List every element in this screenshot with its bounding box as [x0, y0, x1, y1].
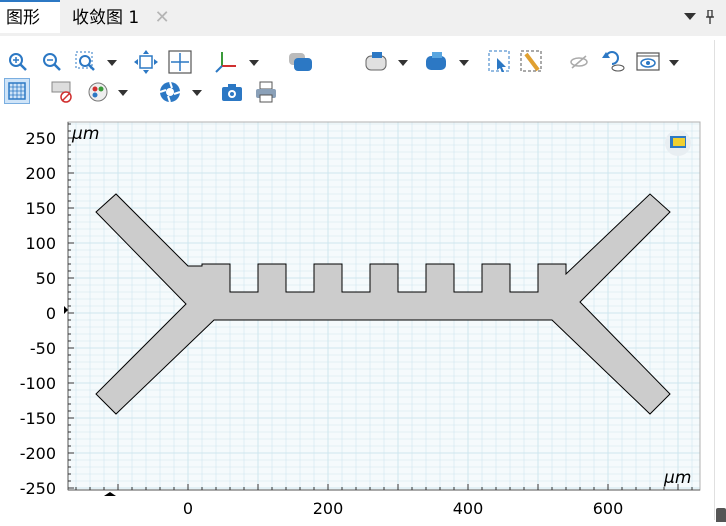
select-boundary-icon[interactable]	[364, 50, 388, 74]
y-tick-label: 150	[25, 199, 56, 218]
zoom-dropdown-icon[interactable]	[107, 60, 117, 66]
zoom-extents-icon[interactable]	[134, 50, 158, 74]
render-icon[interactable]	[158, 80, 182, 104]
pin-icon[interactable]	[706, 9, 714, 24]
y-tick-label: -200	[20, 444, 56, 463]
transparency-icon[interactable]	[86, 80, 110, 104]
select-dropdown-icon[interactable]	[398, 60, 408, 66]
graphics-window[interactable]: 250 200 150 100 50 0 -50 -100 -150 -200 -250 0 200 4…	[0, 108, 718, 522]
tab-convergence-plot[interactable]: 收敛图 1 ✕	[64, 0, 192, 35]
y-tick-label: 100	[25, 234, 56, 253]
axes-orientation-icon[interactable]	[214, 50, 238, 74]
view-settings-dropdown-icon[interactable]	[669, 60, 679, 66]
point-dropdown-icon[interactable]	[459, 60, 469, 66]
tab-list-menu-icon[interactable]	[684, 10, 696, 24]
tab-graphics-label: 图形	[6, 8, 40, 28]
tab-convergence-label: 收敛图 1	[72, 8, 140, 28]
x-tick-label: 400	[453, 499, 484, 518]
x-tick-label: 200	[313, 499, 344, 518]
zoom-box-icon[interactable]	[74, 50, 98, 74]
color-dropdown-icon[interactable]	[118, 90, 128, 96]
clear-selection-icon[interactable]	[520, 50, 544, 74]
zoom-in-icon[interactable]	[6, 50, 30, 74]
y-tick-label: -250	[20, 479, 56, 498]
unit-label-top: μm	[71, 124, 99, 144]
scrollbar-thumb[interactable]	[716, 508, 726, 522]
tab-bar: 图形 收敛图 1 ✕	[0, 0, 726, 36]
camera-icon[interactable]	[220, 80, 244, 104]
y-tick-label: -100	[20, 374, 56, 393]
x-tick-label: 600	[593, 499, 624, 518]
unit-label-bottom: μm	[663, 468, 691, 488]
view-dropdown-icon[interactable]	[249, 60, 259, 66]
graphics-toolbar	[0, 36, 726, 108]
y-tick-label: 0	[46, 304, 56, 323]
zoom-out-icon[interactable]	[40, 50, 64, 74]
view-icon[interactable]	[636, 50, 660, 74]
y-tick-label: 200	[25, 164, 56, 183]
geometry-plot[interactable]: 250 200 150 100 50 0 -50 -100 -150 -200 -250 0 200 4…	[0, 108, 718, 522]
select-point-icon[interactable]	[424, 50, 448, 74]
color-legend-icon[interactable]	[665, 130, 691, 156]
print-icon[interactable]	[254, 80, 278, 104]
select-domain-icon[interactable]	[288, 50, 312, 74]
hide-icon[interactable]	[568, 50, 592, 74]
grid-icon[interactable]	[4, 78, 30, 104]
reset-hiding-icon[interactable]	[600, 48, 625, 72]
y-tick-label: 50	[36, 269, 56, 288]
window-border	[714, 40, 715, 520]
zoom-fit-icon[interactable]	[168, 50, 192, 74]
y-tick-label: -50	[30, 339, 56, 358]
tab-graphics[interactable]: 图形	[0, 0, 60, 33]
select-box-icon[interactable]	[488, 50, 512, 74]
y-tick-label: 250	[25, 129, 56, 148]
y-tick-label: -150	[20, 409, 56, 428]
render-dropdown-icon[interactable]	[192, 90, 202, 96]
scene-light-icon[interactable]	[50, 80, 74, 104]
close-icon[interactable]: ✕	[155, 7, 170, 28]
x-tick-label: 0	[183, 499, 193, 518]
